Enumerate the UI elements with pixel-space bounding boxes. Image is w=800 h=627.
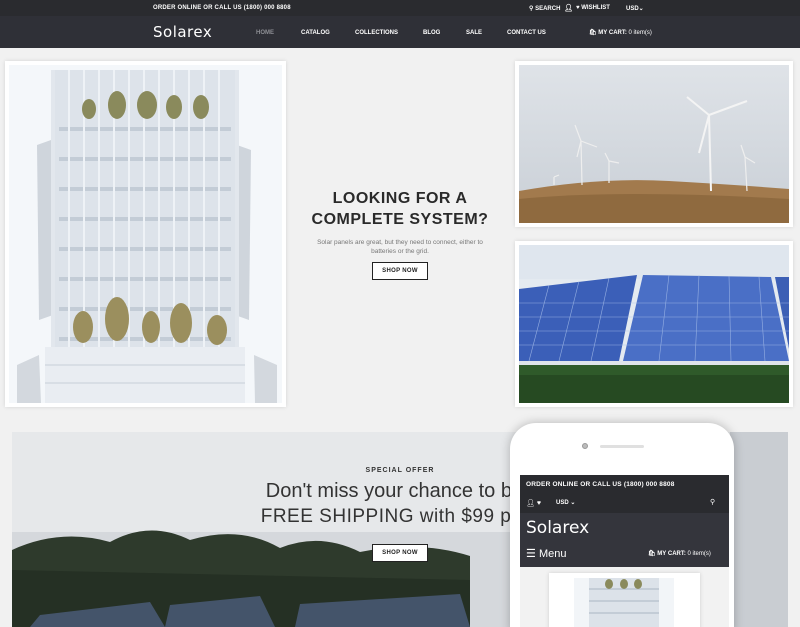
nav-collections[interactable]: COLLECTIONS — [355, 30, 398, 36]
chevron-down-icon: ⌄ — [570, 500, 576, 506]
mobile-cart-count: 0 item(s) — [687, 551, 711, 557]
mobile-currency-select[interactable]: USD ⌄ — [556, 499, 575, 506]
cart-icon: 🛍︎ — [589, 30, 597, 36]
mobile-cart-label: MY CART: — [657, 551, 686, 557]
currency-select[interactable]: USD⌄ — [626, 5, 644, 12]
solar-panel-illustration — [519, 245, 789, 403]
cart-count: 0 item(s) — [628, 30, 652, 36]
order-phone-text: ORDER ONLINE OR CALL US (1800) 000 8808 — [153, 5, 291, 11]
phone-speaker — [600, 445, 644, 448]
mobile-logo[interactable]: Solarex — [526, 518, 589, 538]
mobile-account-icons: 👤︎ ♥ — [526, 499, 541, 507]
mobile-order-text: ORDER ONLINE OR CALL US (1800) 000 8808 — [526, 481, 675, 488]
heart-icon: ♥ — [576, 5, 580, 11]
hero-title-line1: LOOKING FOR A — [332, 190, 468, 207]
site-logo[interactable]: Solarex — [153, 23, 212, 41]
currency-value: USD — [626, 6, 639, 12]
hero-text-block: LOOKING FOR A COMPLETE SYSTEM? Solar pan… — [295, 188, 505, 280]
mobile-building-thumbnail[interactable] — [549, 573, 700, 627]
hero-title: LOOKING FOR A COMPLETE SYSTEM? — [295, 188, 505, 230]
mobile-menu-label: Menu — [538, 548, 567, 560]
wishlist-label: WISHLIST — [581, 5, 610, 11]
wind-turbine-illustration — [519, 65, 789, 223]
nav-catalog[interactable]: CATALOG — [301, 30, 330, 36]
nav-contact[interactable]: CONTACT US — [507, 30, 546, 36]
cart-icon: 🛍︎ — [648, 551, 656, 557]
mobile-cart-link[interactable]: 🛍︎ MY CART: 0 item(s) — [648, 550, 711, 557]
top-bar: ORDER ONLINE OR CALL US (1800) 000 8808 … — [0, 0, 800, 16]
hero-shop-now-button[interactable]: SHOP NOW — [372, 262, 428, 280]
nav-sale[interactable]: SALE — [466, 30, 482, 36]
hero-building-image[interactable] — [5, 61, 286, 407]
wishlist-link[interactable]: ♥ WISHLIST — [576, 5, 610, 11]
hamburger-icon: ☰ — [526, 548, 536, 560]
search-icon[interactable]: ⚲ — [710, 498, 715, 506]
mobile-screen: ORDER ONLINE OR CALL US (1800) 000 8808 … — [520, 475, 729, 627]
search-icon: ⚲ — [529, 6, 534, 12]
hero-description: Solar panels are great, but they need to… — [317, 239, 483, 255]
building-illustration — [9, 65, 282, 403]
hero-title-line2: COMPLETE SYSTEM? — [311, 211, 489, 228]
mobile-header: Solarex ☰ Menu 🛍︎ MY CART: 0 item(s) — [520, 513, 729, 567]
wind-turbines-image[interactable] — [515, 61, 793, 227]
main-navbar: Solarex HOME CATALOG COLLECTIONS BLOG SA… — [0, 16, 800, 48]
nav-home[interactable]: HOME — [256, 30, 274, 36]
nav-blog[interactable]: BLOG — [423, 30, 440, 36]
solar-panels-image[interactable] — [515, 241, 793, 407]
search-label: SEARCH — [535, 6, 561, 12]
mobile-menu-button[interactable]: ☰ Menu — [526, 547, 566, 560]
heart-icon[interactable]: ♥ — [537, 500, 541, 507]
offer-shop-now-button[interactable]: SHOP NOW — [372, 544, 428, 562]
search-link[interactable]: ⚲ SEARCH — [529, 5, 560, 12]
mobile-currency-value: USD — [556, 500, 569, 506]
mobile-building-illustration — [574, 578, 674, 627]
user-icon[interactable]: 👤︎ — [564, 4, 573, 12]
mobile-top-bar: ORDER ONLINE OR CALL US (1800) 000 8808 … — [520, 475, 729, 513]
phone-camera — [582, 443, 588, 449]
cart-link[interactable]: 🛍︎ MY CART: 0 item(s) — [589, 29, 652, 36]
user-icon[interactable]: 👤︎ — [526, 500, 535, 507]
phone-mockup: ORDER ONLINE OR CALL US (1800) 000 8808 … — [510, 423, 734, 627]
cart-label: MY CART: — [598, 30, 627, 36]
chevron-down-icon: ⌄ — [638, 6, 644, 12]
